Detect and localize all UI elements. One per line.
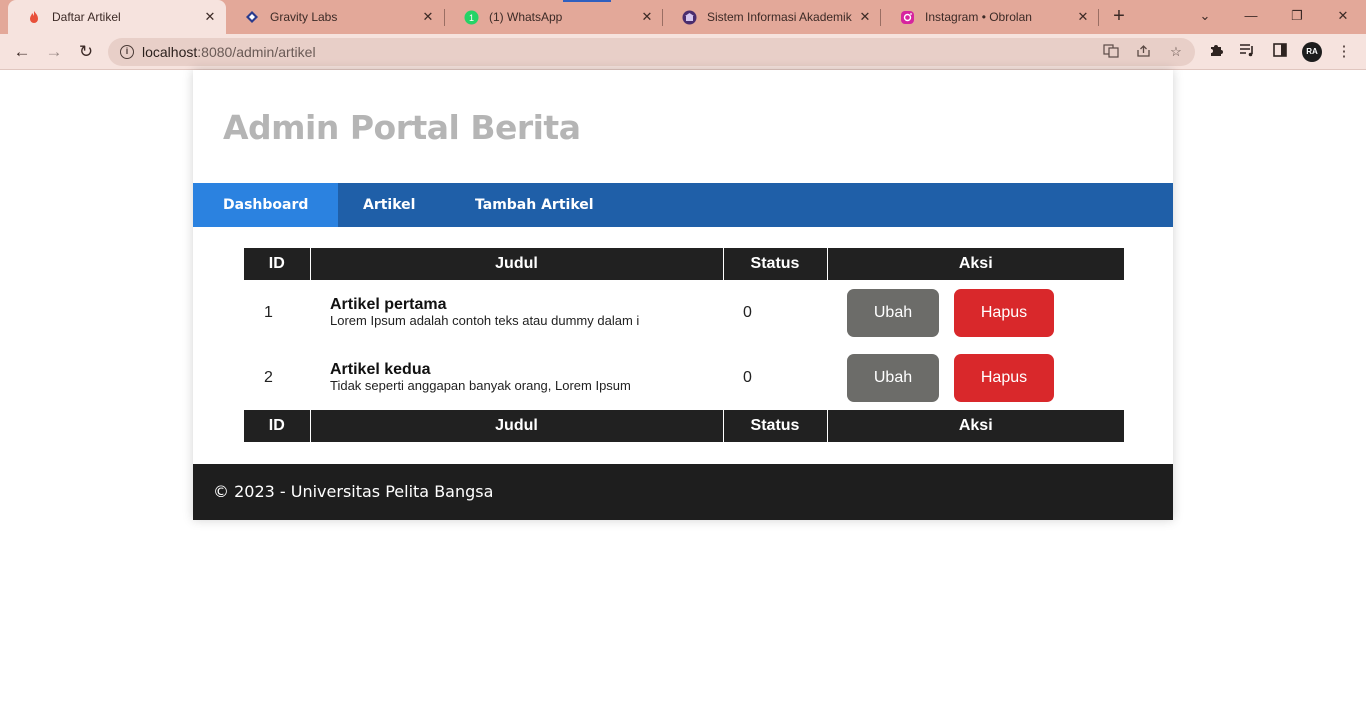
address-bar[interactable]: i localhost:8080/admin/artikel ☆	[108, 38, 1195, 66]
delete-button[interactable]: Hapus	[954, 353, 1054, 402]
site-title: Admin Portal Berita	[223, 108, 581, 147]
column-footer-judul: Judul	[310, 410, 724, 442]
cell-judul: Artikel pertama Lorem Ipsum adalah conto…	[310, 280, 723, 345]
profile-avatar[interactable]: RA	[1302, 42, 1322, 62]
whatsapp-icon: 1	[463, 9, 479, 25]
tab-divider	[1098, 9, 1099, 26]
tab-daftar-artikel[interactable]: Daftar Artikel ✕	[8, 0, 226, 34]
tab-gravity-labs[interactable]: Gravity Labs ✕	[226, 0, 444, 34]
menu-kebab-icon[interactable]: ⋮	[1334, 42, 1354, 62]
browser-tab-bar: Daftar Artikel ✕ Gravity Labs ✕ 1 (1) Wh…	[0, 0, 1366, 34]
main-navbar: Dashboard Artikel Tambah Artikel	[193, 183, 1173, 227]
article-excerpt: Tidak seperti anggapan banyak orang, Lor…	[330, 378, 631, 393]
tab-sistem-informasi-akademik[interactable]: Sistem Informasi Akademik ✕	[663, 0, 881, 34]
close-icon[interactable]: ✕	[202, 9, 218, 25]
reload-icon[interactable]: ↻	[74, 41, 98, 63]
url-text: localhost:8080/admin/artikel	[142, 44, 316, 60]
column-header-aksi: Aksi	[827, 248, 1124, 280]
nav-dashboard[interactable]: Dashboard	[193, 183, 339, 227]
cell-status: 0	[743, 368, 752, 386]
media-playlist-icon[interactable]	[1237, 42, 1257, 62]
close-icon[interactable]: ✕	[1075, 9, 1091, 25]
cell-aksi: Ubah Hapus	[827, 280, 1124, 345]
table-header-row: ID Judul Status Aksi	[244, 248, 1124, 280]
restore-icon[interactable]: ❐	[1285, 5, 1309, 27]
column-header-id: ID	[244, 248, 311, 280]
articles-table: ID Judul Status Aksi 1 Artikel pertama L…	[244, 248, 1124, 442]
cell-status: 0	[743, 303, 752, 321]
cell-judul: Artikel kedua Tidak seperti anggapan ban…	[310, 345, 723, 410]
edit-button[interactable]: Ubah	[847, 288, 939, 337]
tab-title: Sistem Informasi Akademik	[707, 10, 852, 24]
extensions-puzzle-icon[interactable]	[1206, 42, 1226, 62]
tab-whatsapp[interactable]: 1 (1) WhatsApp ✕	[445, 0, 663, 34]
nav-artikel[interactable]: Artikel	[333, 183, 445, 227]
flame-icon	[26, 9, 42, 25]
edit-button[interactable]: Ubah	[847, 353, 939, 402]
university-icon	[681, 9, 697, 25]
close-icon[interactable]: ✕	[857, 9, 873, 25]
column-footer-aksi: Aksi	[827, 410, 1124, 442]
article-title: Artikel pertama	[330, 296, 447, 313]
page-footer: © 2023 - Universitas Pelita Bangsa	[193, 464, 1173, 520]
page-header: Admin Portal Berita	[193, 70, 1173, 183]
article-excerpt: Lorem Ipsum adalah contoh teks atau dumm…	[330, 313, 640, 328]
cell-id: 1	[264, 303, 273, 321]
column-footer-id: ID	[244, 410, 311, 442]
svg-text:1: 1	[468, 13, 473, 23]
translate-icon[interactable]	[1102, 44, 1120, 60]
cell-aksi: Ubah Hapus	[827, 345, 1124, 410]
nav-tambah-artikel[interactable]: Tambah Artikel	[445, 183, 624, 227]
browser-toolbar: ← → ↻ i localhost:8080/admin/artikel ☆ R…	[0, 34, 1366, 70]
table-row: 1 Artikel pertama Lorem Ipsum adalah con…	[244, 280, 1124, 345]
forward-arrow-icon[interactable]: →	[42, 41, 66, 63]
delete-button[interactable]: Hapus	[954, 288, 1054, 337]
tab-title: (1) WhatsApp	[489, 10, 563, 24]
cell-id: 2	[264, 368, 273, 386]
article-title: Artikel kedua	[330, 361, 431, 378]
table-row: 2 Artikel kedua Tidak seperti anggapan b…	[244, 345, 1124, 410]
column-footer-status: Status	[723, 410, 828, 442]
instagram-icon	[899, 9, 915, 25]
tab-title: Daftar Artikel	[52, 10, 121, 24]
tab-title: Gravity Labs	[270, 10, 338, 24]
site-info-icon[interactable]: i	[120, 45, 134, 59]
side-panel-icon[interactable]	[1270, 42, 1290, 62]
tab-instagram[interactable]: Instagram • Obrolan ✕	[881, 0, 1099, 34]
bookmark-star-icon[interactable]: ☆	[1167, 44, 1185, 60]
close-icon[interactable]: ✕	[420, 9, 436, 25]
share-icon[interactable]	[1135, 44, 1153, 60]
new-tab-plus-icon[interactable]: +	[1109, 6, 1129, 27]
tab-search-chevron-icon[interactable]: ⌄	[1193, 5, 1217, 27]
close-icon[interactable]: ✕	[639, 9, 655, 25]
window-close-icon[interactable]: ✕	[1331, 5, 1355, 27]
tab-title: Instagram • Obrolan	[925, 10, 1032, 24]
column-header-judul: Judul	[310, 248, 724, 280]
column-header-status: Status	[723, 248, 828, 280]
table-footer-row: ID Judul Status Aksi	[244, 410, 1124, 442]
minimize-icon[interactable]: —	[1239, 5, 1263, 27]
back-arrow-icon[interactable]: ←	[10, 41, 34, 63]
diamond-icon	[244, 9, 260, 25]
page-container: Admin Portal Berita Dashboard Artikel Ta…	[193, 70, 1173, 520]
